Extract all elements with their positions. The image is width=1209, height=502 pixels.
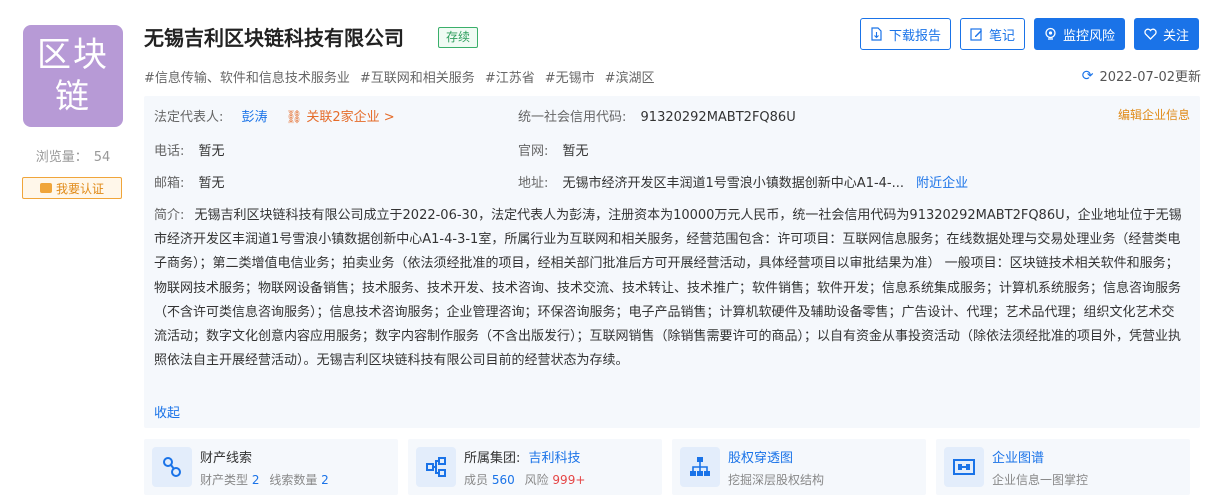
update-date: 2022-07-02更新 [1099,70,1201,85]
card-title: 股权穿透图 [728,451,794,466]
edit-icon [970,28,982,41]
logo-text-line2: 链 [55,77,91,117]
action-toolbar: 下载报告 笔记 监控风险 关注 [859,18,1199,50]
property-clues-card[interactable]: 财产线索 财产类型 2 线索数量 2 [144,439,398,495]
website-value: 暂无 [562,144,589,159]
edit-company-info-link[interactable]: 编辑企业信息 [1118,106,1190,123]
collapse-link[interactable]: 收起 [154,402,180,421]
group-icon [416,447,456,487]
download-report-button[interactable]: 下载报告 [859,18,951,50]
card-sub2-label: 线索数量 [269,473,318,487]
intro-text: 无锡吉利区块链科技有限公司成立于2022-06-30，法定代表人为彭涛，注册资本… [154,208,1182,369]
tag-item[interactable]: #互联网和相关服务 [360,67,475,86]
company-intro: 简介: 无锡吉利区块链科技有限公司成立于2022-06-30，法定代表人为彭涛，… [154,204,1186,373]
credit-code-row: 统一社会信用代码: 91320292MABT2FQ86U [518,109,796,127]
verify-button[interactable]: 我要认证 [22,177,122,199]
card-title: 企业图谱 [992,451,1045,466]
card-sub2-value: 2 [321,473,329,487]
card-sub1-value: 2 [251,473,260,487]
enterprise-graph-card[interactable]: 企业图谱 企业信息一图掌控 [936,439,1190,495]
address-label: 地址: [518,176,549,191]
follow-button[interactable]: 关注 [1133,18,1199,50]
credit-code-label: 统一社会信用代码: [518,110,627,125]
card-subtitle: 财产类型 2 线索数量 2 [200,471,329,488]
legal-rep-label: 法定代表人: [154,110,224,125]
website-row: 官网: 暂无 [518,143,589,161]
legal-rep-row: 法定代表人: 彭涛 ⛓ 关联2家企业 > [154,109,395,127]
intro-label: 简介: [154,208,185,223]
group-card[interactable]: 所属集团: 吉利科技 成员 560 风险 999+ [408,439,662,495]
phone-label: 电话: [154,144,185,159]
card-subtitle: 挖掘深层股权结构 [728,473,825,487]
legal-rep-link[interactable]: 彭涛 [242,110,268,125]
view-count-label: 浏览量： [35,150,88,165]
logo-text-line1: 区块 [37,35,109,75]
org-chart-icon [680,447,720,487]
card-sub1-value: 560 [491,473,515,487]
email-label: 邮箱: [154,176,185,191]
follow-label: 关注 [1162,28,1189,44]
monitor-risk-label: 监控风险 [1062,28,1115,44]
card-title: 所属集团: 吉利科技 [464,447,581,466]
verify-button-label: 我要认证 [55,181,104,196]
tag-item[interactable]: #无锡市 [545,67,595,86]
credit-code-value: 91320292MABT2FQ86U [640,110,796,125]
tag-item[interactable]: #信息传输、软件和信息技术服务业 [144,67,350,86]
monitor-risk-button[interactable]: 监控风险 [1033,18,1125,50]
tag-item[interactable]: #江苏省 [485,67,535,86]
phone-row: 电话: 暂无 [154,143,225,161]
refresh-icon[interactable]: ⟳ [1082,68,1094,84]
industry-tags: #信息传输、软件和信息技术服务业 #互联网和相关服务 #江苏省 #无锡市 #滨湖… [144,67,655,86]
phone-value: 暂无 [198,144,225,159]
company-name: 无锡吉利区块链科技有限公司 [144,26,404,50]
view-count-value: 54 [93,150,111,165]
card-title-label: 所属集团: [464,451,521,466]
download-report-label: 下载报告 [888,28,941,44]
email-row: 邮箱: 暂无 [154,175,225,193]
address-row: 地址: 无锡市经济开发区丰润道1号雪浪小镇数据创新中心A1-4-... 附近企业 [518,175,968,193]
related-companies-link[interactable]: ⛓ 关联2家企业 > [286,110,395,125]
tag-item[interactable]: #滨湖区 [605,67,655,86]
certificate-icon [39,183,52,193]
update-info: ⟳ 2022-07-02更新 [1082,66,1201,86]
card-sub2-label: 风险 [524,473,549,487]
address-value: 无锡市经济开发区丰润道1号雪浪小镇数据创新中心A1-4-... [562,176,905,191]
related-companies-label: 关联2家企业 > [306,110,395,125]
company-logo: 区块 链 [23,25,123,127]
view-count: 浏览量： 54 [23,146,123,165]
group-name-link[interactable]: 吉利科技 [529,451,581,466]
graph-icon [944,447,984,487]
company-info-panel: 编辑企业信息 法定代表人: 彭涛 ⛓ 关联2家企业 > 统一社会信用代码: 91… [144,96,1200,428]
feature-cards: 财产线索 财产类型 2 线索数量 2 所属集团: 吉利科技 成员 560 风险 … [144,439,1190,495]
card-sub1-label: 成员 [464,473,489,487]
document-icon [871,27,882,41]
equity-chart-card[interactable]: 股权穿透图 挖掘深层股权结构 [672,439,926,495]
card-sub1-label: 财产类型 [200,473,249,487]
card-subtitle: 企业信息一图掌控 [992,473,1089,487]
website-label: 官网: [518,144,549,159]
card-title: 财产线索 [200,451,253,466]
link-icon: ⛓ [285,110,303,125]
monitor-icon [1045,27,1056,40]
nearby-companies-link[interactable]: 附近企业 [916,176,968,191]
status-badge: 存续 [438,27,479,48]
card-subtitle: 成员 560 风险 999+ [464,471,585,488]
clue-icon [152,447,192,487]
heart-icon [1144,28,1157,40]
email-value: 暂无 [198,176,225,191]
notes-label: 笔记 [988,28,1015,44]
notes-button[interactable]: 笔记 [959,18,1025,50]
card-sub2-value: 999+ [552,473,586,487]
